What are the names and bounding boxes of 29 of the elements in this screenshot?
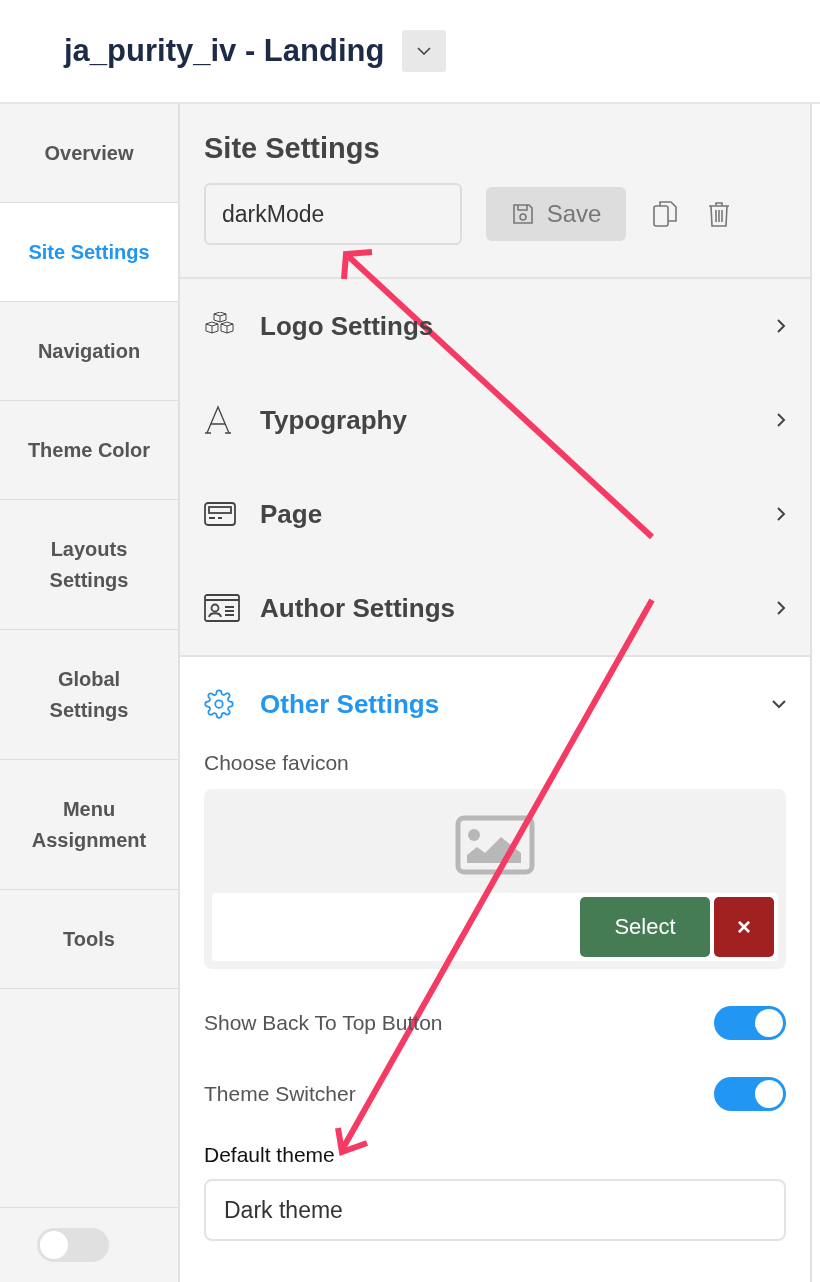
monitor-icon <box>204 502 236 526</box>
copy-button[interactable] <box>650 199 680 229</box>
clear-button[interactable]: × <box>714 897 774 957</box>
image-placeholder-icon <box>455 815 535 875</box>
chevron-down-icon <box>772 699 786 709</box>
toggle-switch[interactable] <box>37 1228 109 1262</box>
letter-a-icon <box>204 405 232 435</box>
id-card-icon <box>204 594 240 622</box>
site-title: ja_purity_iv - Landing <box>64 33 385 69</box>
field-label: Choose favicon <box>204 751 350 775</box>
chevron-right-icon <box>777 319 786 333</box>
theme-input-field[interactable]: Dark theme <box>204 1179 786 1241</box>
accordion-header[interactable]: Page <box>180 467 810 561</box>
name-input-field[interactable]: darkMode <box>204 183 462 245</box>
accordion-header[interactable]: Typography <box>180 373 810 467</box>
settings-icon <box>204 689 234 719</box>
panel-title: Site Settings <box>204 132 381 165</box>
toggle-switch[interactable] <box>714 1005 786 1040</box>
accordion-header[interactable]: Author Settings <box>180 561 810 655</box>
copy-icon <box>653 200 677 228</box>
toggle-label: Theme Switcher <box>204 1081 356 1106</box>
field-label: Default theme <box>204 1143 336 1167</box>
toggle-switch[interactable] <box>714 1076 786 1111</box>
chevron-right-icon <box>777 413 786 427</box>
select-button[interactable]: Select <box>580 897 710 957</box>
trash-icon <box>708 201 730 227</box>
chevron-right-icon <box>777 507 786 521</box>
chevron-down-icon <box>417 47 432 55</box>
chevron-right-icon <box>777 601 786 615</box>
